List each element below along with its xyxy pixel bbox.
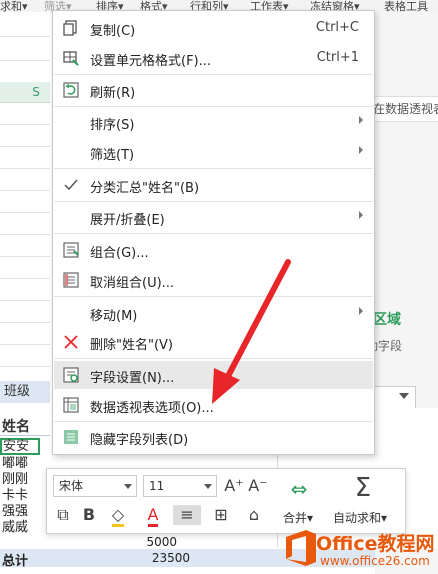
annotation-arrow bbox=[212, 259, 291, 404]
